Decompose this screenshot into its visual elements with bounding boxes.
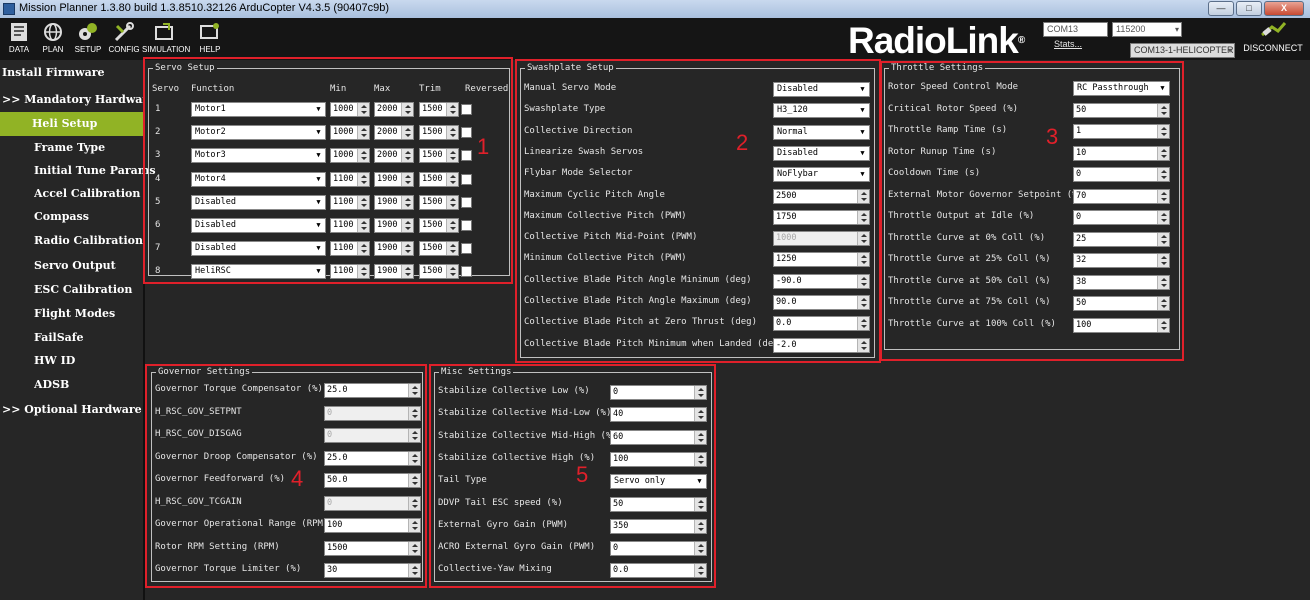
annotation-box-4: [145, 364, 427, 588]
sidebar-item-flight-modes[interactable]: Flight Modes: [34, 302, 177, 326]
annotation-box-1: [143, 57, 513, 284]
brand-registered-mark: ®: [1017, 35, 1025, 46]
link-select[interactable]: COM13-1-HELICOPTER ▾: [1130, 43, 1235, 58]
maximize-button[interactable]: □: [1236, 1, 1262, 16]
annotation-number-3: 3: [1046, 124, 1059, 149]
toolbar-simulation-label: SIMULATION: [142, 45, 191, 54]
sidebar-item-heli-setup[interactable]: Heli Setup: [0, 112, 143, 136]
disconnect-button[interactable]: DISCONNECT: [1240, 20, 1306, 53]
annotation-number-2: 2: [736, 130, 749, 155]
help-icon: [200, 23, 219, 39]
disconnect-label: DISCONNECT: [1243, 43, 1303, 53]
plug-icon: [1261, 22, 1287, 37]
main-toolbar: DATA PLAN SETUP CONFIG SIMULATION HELP R…: [0, 18, 1310, 60]
sidebar: Install Firmware >> Mandatory Hardware H…: [0, 60, 156, 600]
annotation-number-4: 4: [291, 466, 304, 491]
annotation-box-3: [880, 61, 1184, 361]
toolbar-data-label: DATA: [8, 45, 30, 54]
toolbar-plan-label: PLAN: [42, 45, 64, 54]
toolbar-plan[interactable]: PLAN: [36, 20, 70, 58]
toolbar-config-label: CONFIG: [108, 45, 140, 54]
setup-icon: [79, 23, 97, 40]
app-icon: [3, 3, 15, 15]
port-select[interactable]: COM13: [1043, 22, 1108, 37]
sidebar-item-optional-hardware[interactable]: >> Optional Hardware: [2, 398, 145, 422]
close-button[interactable]: X: [1264, 1, 1304, 16]
config-icon: [114, 22, 134, 42]
baud-select[interactable]: 115200 ▾: [1112, 22, 1182, 37]
annotation-box-2: [515, 59, 881, 363]
toolbar-config[interactable]: CONFIG: [107, 20, 141, 58]
sidebar-item-mandatory-hardware[interactable]: >> Mandatory Hardware: [2, 88, 145, 112]
toolbar-help[interactable]: HELP: [190, 20, 230, 58]
toolbar-simulation[interactable]: SIMULATION: [142, 20, 191, 58]
globe-icon: [44, 23, 62, 41]
toolbar-setup-label: SETUP: [74, 45, 102, 54]
window-title: Mission Planner 1.3.80 build 1.3.8510.32…: [19, 2, 389, 14]
annotation-box-5: [429, 364, 716, 588]
radiolink-logo: RadioLink®: [848, 20, 1025, 61]
minimize-button[interactable]: —: [1208, 1, 1234, 16]
sidebar-item-failsafe[interactable]: FailSafe: [34, 326, 177, 350]
simulation-icon: [155, 23, 173, 40]
window-controls: — □ X: [1208, 1, 1304, 17]
chevron-down-icon: ▾: [1227, 46, 1232, 55]
sidebar-item-install-firmware[interactable]: Install Firmware: [2, 61, 145, 85]
stats-link[interactable]: Stats...: [1054, 39, 1082, 49]
brand-text: RadioLink: [848, 20, 1019, 61]
port-value: COM13: [1047, 24, 1079, 34]
toolbar-help-label: HELP: [199, 45, 221, 54]
data-icon: [11, 23, 27, 41]
link-value: COM13-1-HELICOPTER: [1134, 45, 1234, 55]
baud-value: 115200: [1116, 24, 1146, 34]
chevron-down-icon: ▾: [1174, 25, 1179, 34]
annotation-number-1: 1: [477, 134, 490, 159]
toolbar-setup[interactable]: SETUP: [71, 20, 105, 58]
toolbar-data[interactable]: DATA: [2, 20, 36, 58]
title-bar: Mission Planner 1.3.80 build 1.3.8510.32…: [0, 0, 1310, 18]
annotation-number-5: 5: [576, 462, 589, 487]
